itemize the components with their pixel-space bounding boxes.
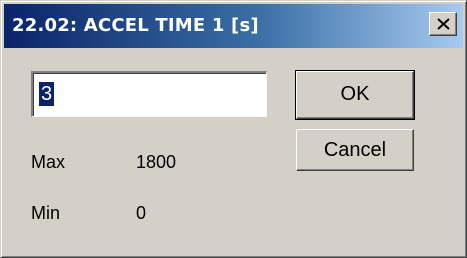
cancel-button[interactable]: Cancel — [296, 129, 414, 171]
value-input-text: 3 — [39, 82, 55, 106]
max-label: Max — [31, 152, 66, 172]
dialog-title: 22.02: ACCEL TIME 1 [s] — [12, 15, 259, 36]
min-label: Min — [31, 203, 61, 223]
close-icon — [437, 18, 450, 30]
max-value: 1800 — [136, 152, 177, 172]
close-button[interactable] — [429, 12, 457, 36]
min-value: 0 — [136, 203, 147, 223]
ok-button[interactable]: OK — [295, 70, 415, 120]
value-input[interactable]: 3 — [31, 71, 267, 117]
title-bar[interactable]: 22.02: ACCEL TIME 1 [s] — [4, 4, 463, 48]
parameter-edit-dialog: 22.02: ACCEL TIME 1 [s] 3 OK Cancel Max … — [0, 0, 467, 258]
